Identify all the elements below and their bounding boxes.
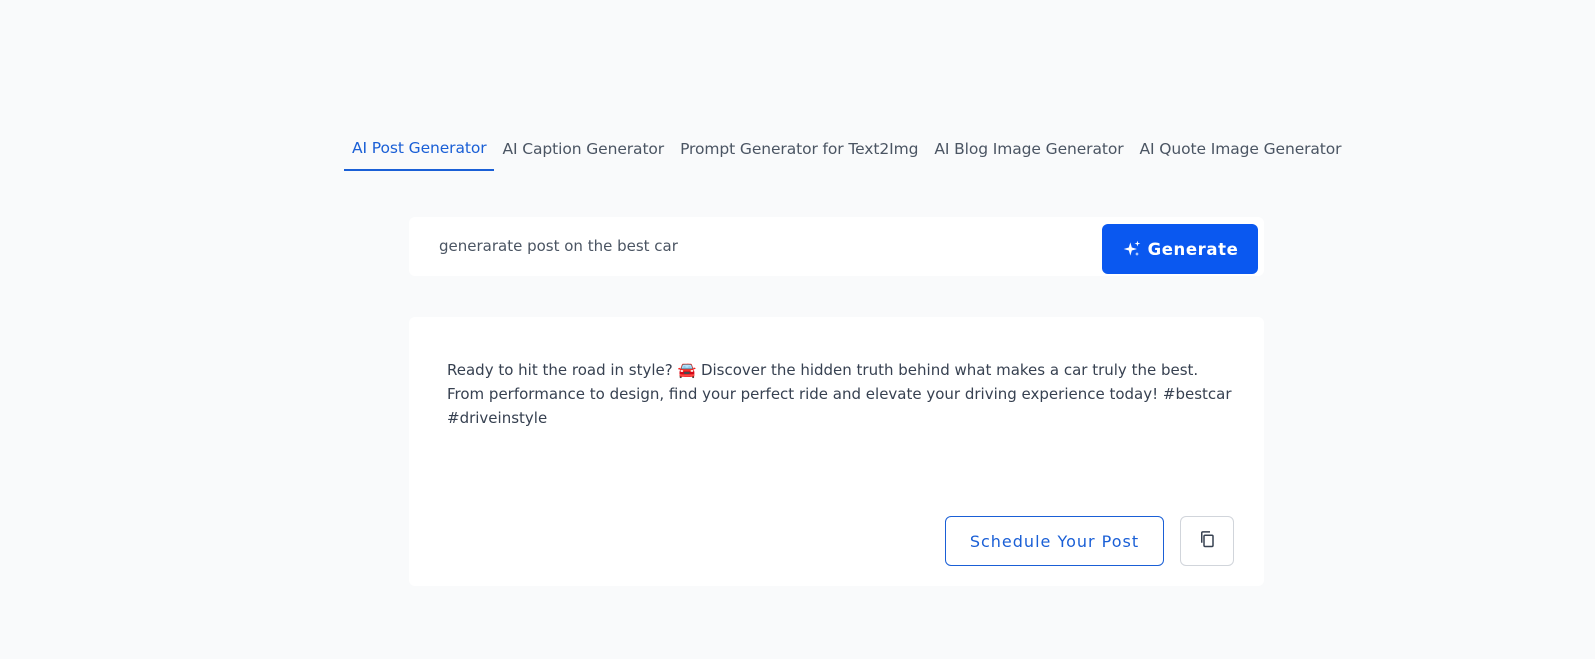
tab-prompt-generator-text2img[interactable]: Prompt Generator for Text2Img (672, 132, 926, 169)
schedule-post-button[interactable]: Schedule Your Post (945, 516, 1164, 566)
sparkles-icon (1122, 239, 1142, 259)
prompt-input[interactable] (439, 229, 1079, 263)
generate-button[interactable]: Generate (1102, 224, 1258, 274)
copy-button[interactable] (1180, 516, 1234, 566)
tab-ai-post-generator[interactable]: AI Post Generator (344, 132, 495, 171)
copy-icon (1198, 530, 1216, 552)
prompt-card: Generate (409, 217, 1264, 276)
generate-button-label: Generate (1147, 239, 1239, 259)
tab-ai-blog-image-generator[interactable]: AI Blog Image Generator (926, 132, 1131, 169)
output-card: Ready to hit the road in style? 🚘 Discov… (409, 317, 1264, 586)
tab-ai-caption-generator[interactable]: AI Caption Generator (494, 132, 672, 169)
generator-tabs: AI Post Generator AI Caption Generator P… (344, 132, 1350, 171)
generated-post-text: Ready to hit the road in style? 🚘 Discov… (447, 361, 1232, 427)
page: AI Post Generator AI Caption Generator P… (0, 0, 1595, 659)
tab-ai-quote-image-generator[interactable]: AI Quote Image Generator (1132, 132, 1350, 169)
